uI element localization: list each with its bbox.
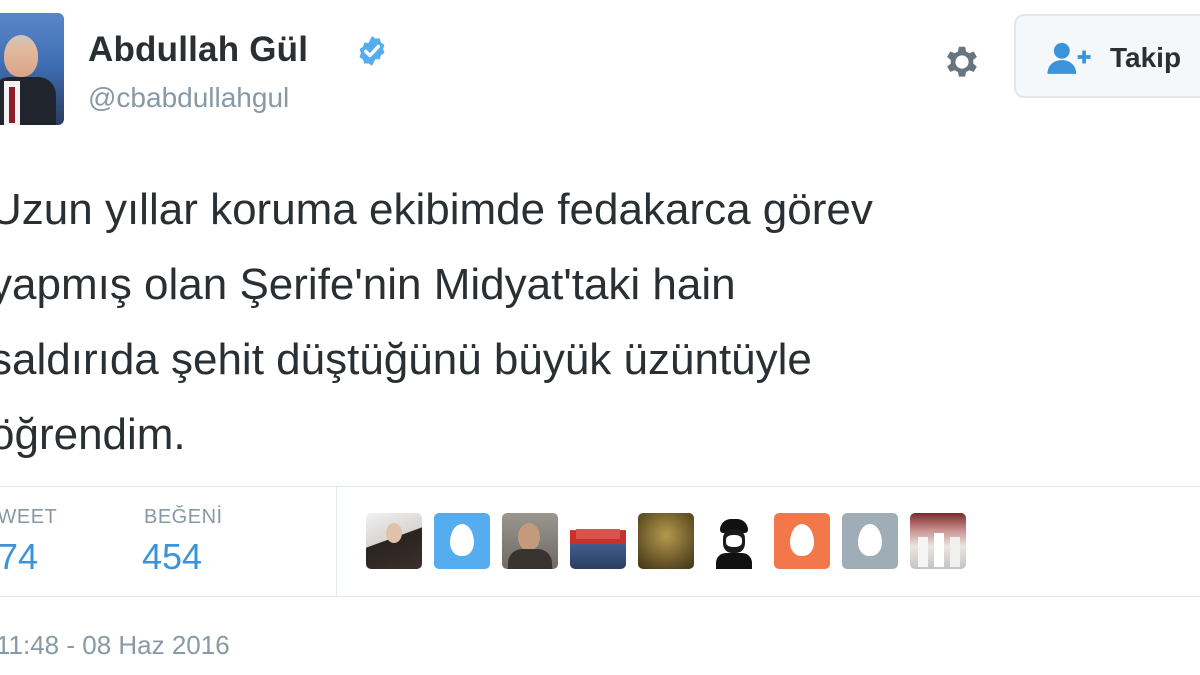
tweet-line: öğrendim. — [0, 410, 186, 459]
egg-icon — [450, 524, 474, 556]
tweet-line: saldırıda şehit düştüğünü büyük üzüntüyl… — [0, 335, 812, 384]
liker-avatar-news-logo-icon[interactable] — [570, 513, 626, 569]
liker-avatar-golden-icon[interactable] — [638, 513, 694, 569]
liker-avatar-portrait-icon[interactable] — [706, 513, 762, 569]
tweet-text: Uzun yıllar koruma ekibimde fedakarca gö… — [0, 172, 1200, 472]
add-user-icon — [1047, 42, 1091, 74]
verified-badge-icon — [359, 36, 385, 66]
liker-avatar-man-icon[interactable] — [502, 513, 558, 569]
liker-avatar-group-icon[interactable] — [910, 513, 966, 569]
follow-label: Takip — [1110, 42, 1182, 73]
avatar[interactable] — [0, 13, 64, 125]
gear-icon[interactable] — [940, 40, 984, 84]
retweet-count[interactable]: 174 — [0, 536, 38, 578]
liker-avatar-egg-icon[interactable] — [842, 513, 898, 569]
like-count-label[interactable]: BEĞENİ — [144, 506, 223, 529]
follow-button[interactable]: Takip — [1014, 14, 1200, 98]
divider — [0, 596, 1200, 597]
divider — [336, 486, 337, 596]
avatar-tie — [9, 87, 15, 123]
egg-icon — [858, 524, 882, 556]
tweet-line: Uzun yıllar koruma ekibimde fedakarca gö… — [0, 185, 873, 234]
divider — [0, 486, 1200, 487]
liker-avatar-egg-icon[interactable] — [434, 513, 490, 569]
liker-avatar-woman-icon[interactable] — [366, 513, 422, 569]
user-handle[interactable]: @cbabdullahgul — [88, 82, 289, 114]
avatar-head — [4, 35, 38, 77]
egg-icon — [790, 524, 814, 556]
tweet-line: yapmış olan Şerife'nin Midyat'taki hain — [0, 260, 736, 309]
retweet-count-label[interactable]: RETWEET — [0, 506, 57, 529]
like-count[interactable]: 454 — [142, 536, 202, 578]
tweet-timestamp[interactable]: 11:48 - 08 Haz 2016 — [0, 630, 230, 661]
liker-avatar-egg-icon[interactable] — [774, 513, 830, 569]
display-name[interactable]: Abdullah Gül — [88, 30, 308, 70]
